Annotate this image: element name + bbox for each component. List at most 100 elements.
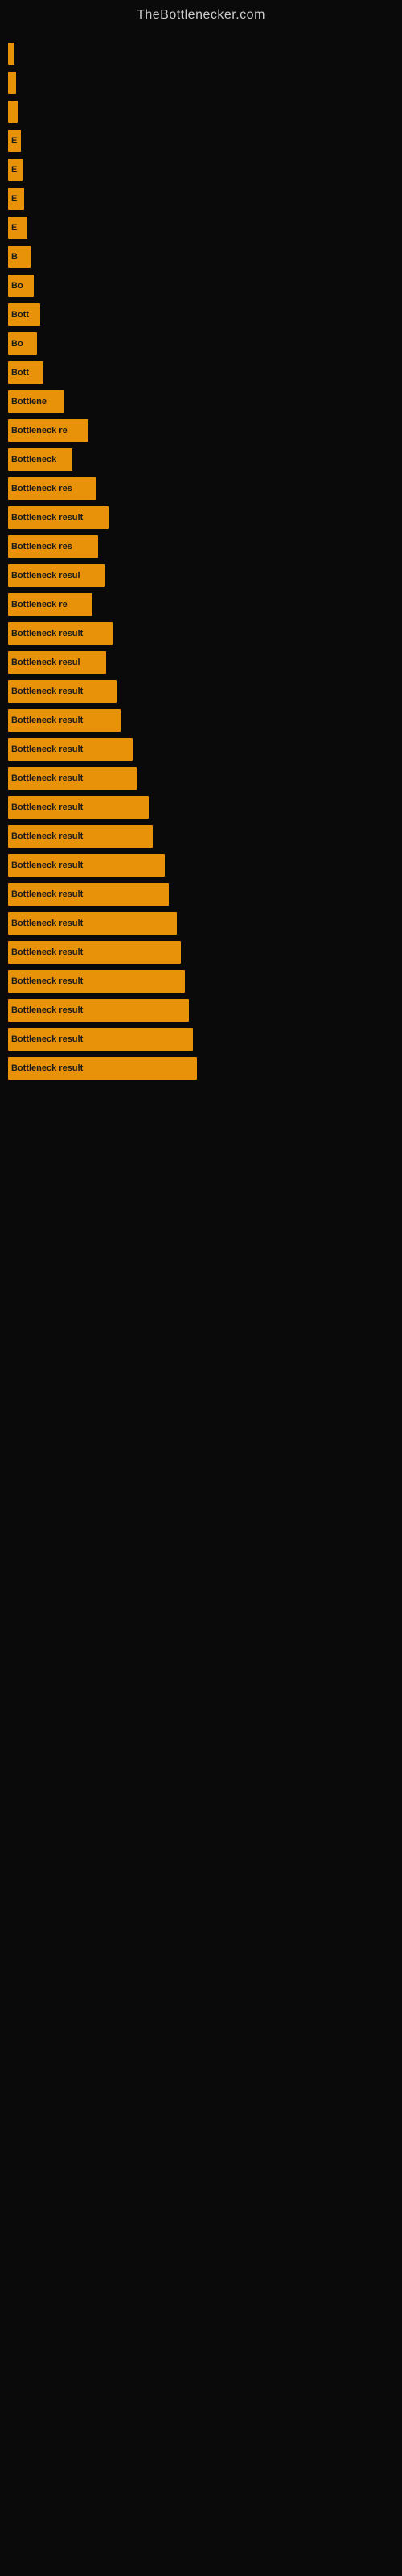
bar-label: Bottleneck result — [11, 803, 83, 812]
bar-item: E — [8, 188, 24, 210]
bar-row: Bottleneck result — [8, 738, 394, 761]
bar-item — [8, 72, 16, 94]
bar-item: Bottleneck resul — [8, 651, 106, 674]
bar-row: Bott — [8, 303, 394, 326]
bar-label: Bottleneck resul — [11, 571, 80, 580]
bar-item: Bottleneck re — [8, 593, 92, 616]
bar-row: Bo — [8, 332, 394, 355]
bar-item: Bottleneck result — [8, 941, 181, 964]
bar-item: E — [8, 217, 27, 239]
bar-item: Bo — [8, 275, 34, 297]
bar-row — [8, 43, 394, 65]
bar-item: Bottleneck result — [8, 883, 169, 906]
bar-label: Bottleneck result — [11, 513, 83, 522]
bar-row: Bottleneck resul — [8, 651, 394, 674]
bar-item: Bottleneck result — [8, 680, 117, 703]
bar-label: Bo — [11, 281, 23, 291]
bar-label: Bottleneck result — [11, 919, 83, 928]
bar-item: Bottleneck result — [8, 709, 121, 732]
bar-item: B — [8, 246, 31, 268]
bar-label: Bottleneck result — [11, 861, 83, 870]
bar-item: Bottleneck result — [8, 796, 149, 819]
bar-label: E — [11, 223, 17, 233]
bar-label: Bott — [11, 310, 29, 320]
bar-row: E — [8, 130, 394, 152]
bar-item: Bottleneck res — [8, 535, 98, 558]
bar-label: Bottleneck re — [11, 600, 68, 609]
bar-item: Bott — [8, 361, 43, 384]
bar-label: B — [11, 252, 18, 262]
bars-container: E E E E B Bo Bott Bo Bott Bottlene Bottleneck re Bo… — [0, 27, 402, 1094]
bar-item: Bo — [8, 332, 37, 355]
bar-item: Bottleneck result — [8, 622, 113, 645]
bar-row: Bottleneck result — [8, 709, 394, 732]
bar-row: Bottleneck — [8, 448, 394, 471]
bar-row — [8, 101, 394, 123]
bar-row: E — [8, 159, 394, 181]
bar-row: Bottlene — [8, 390, 394, 413]
bar-item: Bottleneck result — [8, 825, 153, 848]
bar-label: Bottleneck result — [11, 774, 83, 783]
bar-item: Bottleneck — [8, 448, 72, 471]
bar-row: Bottleneck result — [8, 1057, 394, 1080]
bar-row: Bottleneck result — [8, 796, 394, 819]
bar-row: Bottleneck res — [8, 535, 394, 558]
bar-row: Bottleneck result — [8, 825, 394, 848]
bar-row: Bottleneck res — [8, 477, 394, 500]
bar-row: Bottleneck re — [8, 419, 394, 442]
bar-item: Bottleneck result — [8, 738, 133, 761]
bar-row — [8, 72, 394, 94]
bar-item: Bottleneck result — [8, 999, 189, 1022]
bar-item: Bottleneck result — [8, 767, 137, 790]
bar-item: E — [8, 159, 23, 181]
bar-item: Bottlene — [8, 390, 64, 413]
bar-label: Bottleneck result — [11, 832, 83, 841]
bar-label: Bottlene — [11, 397, 47, 407]
bar-label: E — [11, 165, 17, 175]
bar-item: Bottleneck resul — [8, 564, 105, 587]
bar-label: Bottleneck result — [11, 1063, 83, 1073]
bar-row: Bottleneck result — [8, 941, 394, 964]
bar-row: Bottleneck result — [8, 883, 394, 906]
bar-row: Bottleneck result — [8, 970, 394, 993]
bar-row: Bottleneck result — [8, 854, 394, 877]
bar-label: Bottleneck result — [11, 1034, 83, 1044]
bar-item: Bottleneck result — [8, 854, 165, 877]
bar-label: Bottleneck result — [11, 629, 83, 638]
bar-label: Bottleneck result — [11, 716, 83, 725]
bar-label: Bott — [11, 368, 29, 378]
bar-item: Bott — [8, 303, 40, 326]
bar-label: E — [11, 136, 17, 146]
bar-label: Bottleneck resul — [11, 658, 80, 667]
bar-row: E — [8, 188, 394, 210]
bar-label: Bottleneck result — [11, 1005, 83, 1015]
bar-row: Bottleneck result — [8, 680, 394, 703]
bar-item: Bottleneck res — [8, 477, 96, 500]
bar-item: Bottleneck result — [8, 912, 177, 935]
bar-item: Bottleneck result — [8, 1057, 197, 1080]
bar-row: Bottleneck result — [8, 767, 394, 790]
bar-label: Bottleneck result — [11, 947, 83, 957]
bar-label: Bottleneck — [11, 455, 56, 464]
bar-label: Bottleneck result — [11, 687, 83, 696]
bar-item: Bottleneck re — [8, 419, 88, 442]
bar-label: Bo — [11, 339, 23, 349]
bar-item: E — [8, 130, 21, 152]
bar-row: Bo — [8, 275, 394, 297]
site-title: TheBottlenecker.com — [0, 0, 402, 27]
bar-item: Bottleneck result — [8, 1028, 193, 1051]
bar-row: Bottleneck result — [8, 622, 394, 645]
bar-row: Bottleneck re — [8, 593, 394, 616]
bar-item: Bottleneck result — [8, 970, 185, 993]
bar-label: E — [11, 194, 17, 204]
bar-label: Bottleneck result — [11, 890, 83, 899]
bar-row: Bottleneck result — [8, 1028, 394, 1051]
bar-label: Bottleneck result — [11, 976, 83, 986]
bar-item: Bottleneck result — [8, 506, 109, 529]
bar-row: Bottleneck result — [8, 506, 394, 529]
bar-label: Bottleneck result — [11, 745, 83, 754]
bar-row: B — [8, 246, 394, 268]
bar-row: Bottleneck result — [8, 912, 394, 935]
bar-label: Bottleneck res — [11, 484, 72, 493]
bar-row: Bottleneck result — [8, 999, 394, 1022]
